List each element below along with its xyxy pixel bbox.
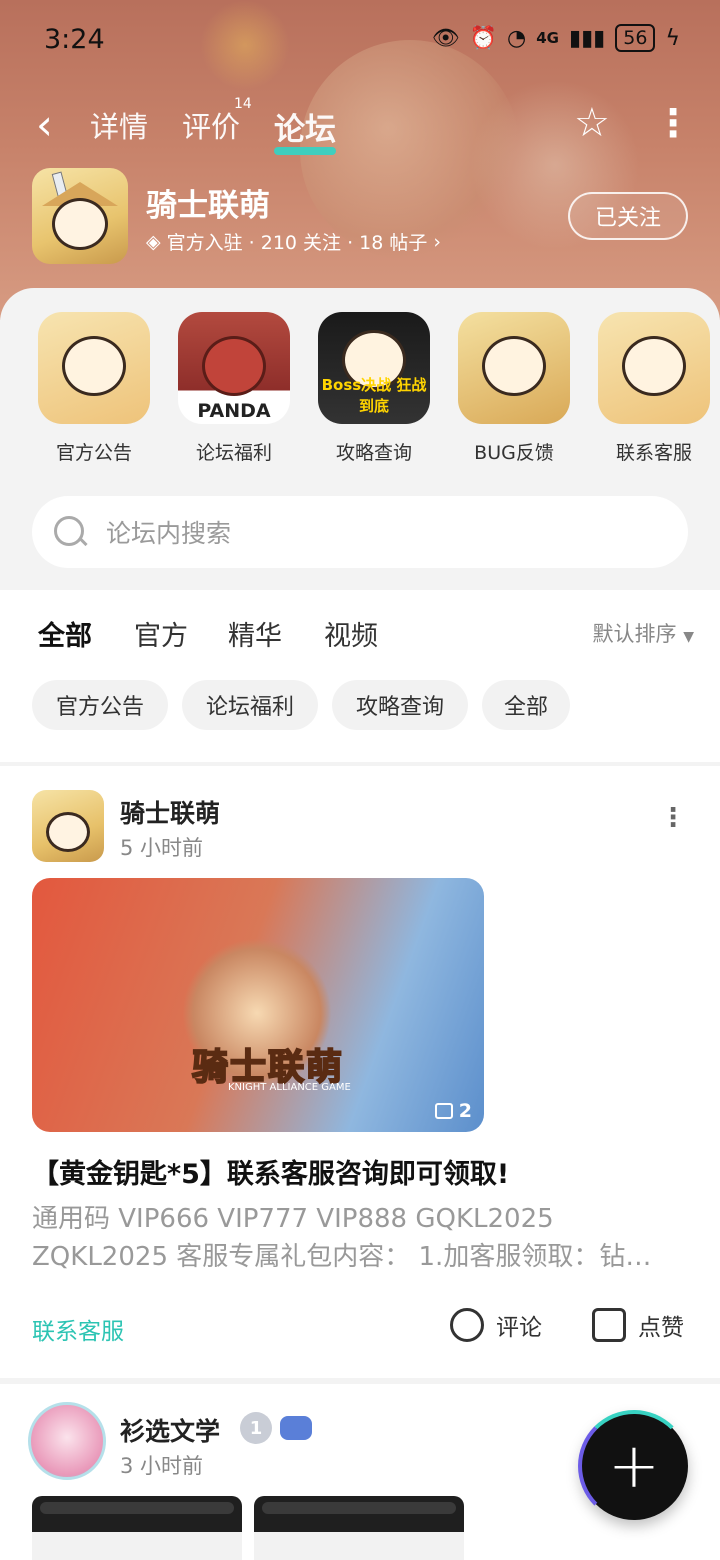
search-placeholder: 论坛内搜索 (106, 519, 232, 548)
post-filters: 全部 官方 精华 视频 默认排序 ▼ 官方公告 论坛福利 攻略查询 全部 (0, 590, 720, 762)
game-title[interactable]: 骑士联萌 (146, 180, 270, 225)
charging-icon: ϟ (665, 25, 680, 51)
status-icons: 👁 ⏰ ◔ 4G ▮▮▮ 56 ϟ (432, 24, 680, 52)
post-time: 5 小时前 (120, 836, 204, 860)
shortcut-benefits[interactable]: PANDA 论坛福利 (164, 312, 304, 465)
chip-benefits[interactable]: 论坛福利 (182, 680, 318, 730)
post-author[interactable]: 骑士联萌 (120, 794, 220, 830)
new-post-button[interactable]: + (578, 1410, 690, 1522)
post-tag[interactable]: 联系客服 (32, 1312, 124, 1346)
top-nav: ‹ 详情 评价 14 论坛 ☆ ⋮ (0, 96, 720, 156)
status-bar: 3:24 👁 ⏰ ◔ 4G ▮▮▮ 56 ϟ (0, 0, 720, 80)
verified-diamond-icon: ◈ (146, 230, 161, 253)
like-label: 点赞 (638, 1315, 684, 1341)
post-thumbnail[interactable] (32, 1496, 242, 1560)
filter-tab-video[interactable]: 视频 (324, 614, 378, 653)
user-level-badge: 1 (240, 1412, 272, 1444)
bug-report-image (458, 312, 570, 424)
status-time: 3:24 (44, 24, 105, 55)
forum-header: 3:24 👁 ⏰ ◔ 4G ▮▮▮ 56 ϟ ‹ 详情 评价 14 论坛 ☆ ⋮… (0, 0, 720, 320)
customer-service-image (598, 312, 710, 424)
post-title[interactable]: 【黄金钥匙*5】联系客服咨询即可领取! (32, 1152, 692, 1191)
shortcut-announcements[interactable]: 官方公告 (24, 312, 164, 465)
shortcut-label: BUG反馈 (474, 442, 554, 464)
eye-icon: 👁 (431, 25, 460, 51)
post-card[interactable]: 骑士联萌 5 小时前 ⋮ 骑士联萌 KNIGHT ALLIANCE GAME 2… (0, 766, 720, 1378)
benefits-image: PANDA (178, 312, 290, 424)
comment-icon (450, 1308, 484, 1342)
chip-announcements[interactable]: 官方公告 (32, 680, 168, 730)
plus-icon: + (608, 1429, 660, 1502)
network-label: 4G (536, 29, 559, 47)
guides-image-text: Boss决战 狂战到底 (321, 376, 427, 415)
shortcut-bug-report[interactable]: BUG反馈 (444, 312, 584, 465)
medal-icon (280, 1416, 312, 1440)
alarm-icon: ⏰ (469, 25, 498, 51)
thumbs-up-icon (592, 1308, 626, 1342)
post-excerpt[interactable]: 通用码 VIP666 VIP777 VIP888 GQKL2025 ZQKL20… (32, 1200, 692, 1276)
post-image[interactable]: 骑士联萌 KNIGHT ALLIANCE GAME 2 (32, 878, 484, 1132)
image-icon (434, 1103, 453, 1119)
announcements-image (38, 312, 150, 424)
image-count: 2 (458, 1100, 472, 1122)
chevron-right-icon: › (433, 230, 441, 253)
post-author[interactable]: 衫选文学 (120, 1412, 220, 1448)
post-time: 3 小时前 (120, 1454, 204, 1478)
forum-panel: 官方公告 PANDA 论坛福利 Boss决战 狂战到底 攻略查询 BUG反馈 联… (0, 288, 720, 590)
back-icon[interactable]: ‹ (36, 100, 53, 150)
guides-image: Boss决战 狂战到底 (318, 312, 430, 424)
shortcut-row: 官方公告 PANDA 论坛福利 Boss决战 狂战到底 攻略查询 BUG反馈 联… (0, 312, 720, 465)
tab-details[interactable]: 详情 (90, 104, 148, 146)
battery-indicator: 56 (615, 24, 656, 52)
more-icon[interactable]: ⋮ (654, 100, 692, 146)
avatar[interactable] (28, 1402, 106, 1480)
sort-dropdown[interactable]: 默认排序 ▼ (593, 618, 694, 648)
caret-down-icon: ▼ (683, 629, 694, 645)
follow-button[interactable]: 已关注 (568, 192, 688, 240)
avatar[interactable] (32, 790, 104, 862)
star-icon[interactable]: ☆ (574, 100, 610, 146)
comment-label: 评论 (496, 1315, 542, 1341)
comment-button[interactable]: 评论 (450, 1308, 542, 1342)
post-more-icon[interactable]: ⋮ (660, 805, 686, 831)
image-count-badge: 2 (434, 1100, 472, 1122)
banner-subtitle: KNIGHT ALLIANCE GAME (228, 1082, 351, 1093)
reviews-count-badge: 14 (234, 96, 252, 112)
panda-face-graphic (52, 198, 108, 250)
wifi-icon: ◔ (507, 25, 527, 51)
tab-reviews[interactable]: 评价 (182, 104, 240, 146)
shortcut-guides[interactable]: Boss决战 狂战到底 攻略查询 (304, 312, 444, 465)
shortcut-customer-service[interactable]: 联系客服 (584, 312, 720, 465)
forum-search-input[interactable]: 论坛内搜索 (32, 496, 688, 568)
tab-forum[interactable]: 论坛 (274, 104, 336, 155)
game-meta[interactable]: ◈ 官方入驻 · 210 关注 · 18 帖子 › (146, 228, 441, 255)
filter-tab-official[interactable]: 官方 (134, 614, 188, 653)
shortcut-label: 攻略查询 (335, 442, 412, 464)
sort-label: 默认排序 (592, 622, 677, 646)
shortcut-label: 官方公告 (55, 442, 132, 464)
game-meta-text: 官方入驻 · 210 关注 · 18 帖子 (166, 232, 428, 254)
chip-guides[interactable]: 攻略查询 (332, 680, 468, 730)
benefits-image-text: PANDA (197, 400, 271, 422)
shortcut-label: 联系客服 (615, 442, 692, 464)
game-icon[interactable] (32, 168, 128, 264)
filter-tab-all[interactable]: 全部 (38, 614, 92, 657)
like-button[interactable]: 点赞 (592, 1308, 684, 1342)
post-thumbnail[interactable] (254, 1496, 464, 1560)
signal-icon: ▮▮▮ (568, 25, 606, 51)
chip-all[interactable]: 全部 (482, 680, 570, 730)
shortcut-label: 论坛福利 (195, 442, 272, 464)
filter-tab-featured[interactable]: 精华 (228, 614, 282, 653)
search-icon (52, 514, 88, 550)
